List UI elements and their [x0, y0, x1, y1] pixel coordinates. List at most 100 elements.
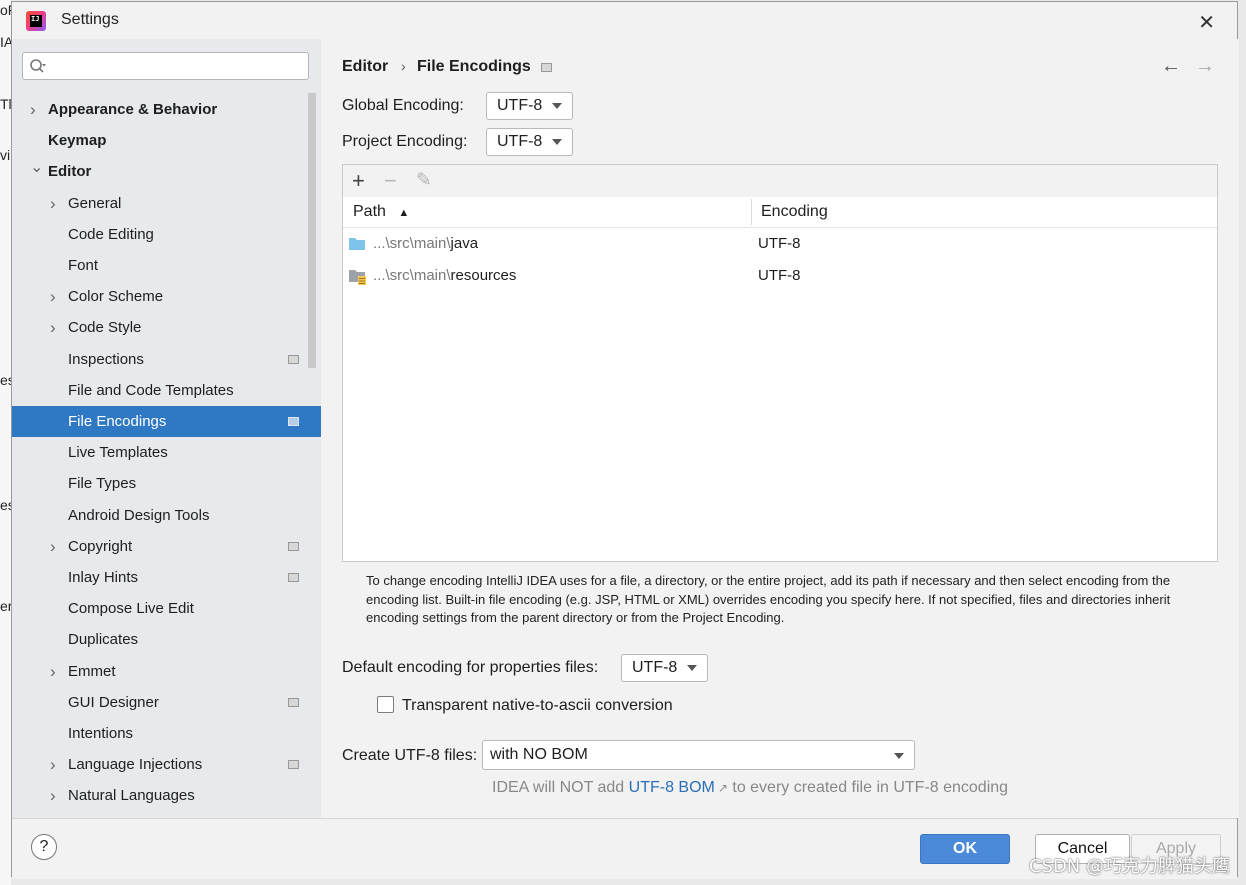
chevron-down-icon[interactable]: ⌄ — [30, 152, 43, 183]
sidebar-item-code-style[interactable]: › Code Style — [12, 312, 321, 343]
resources-folder-icon — [349, 270, 366, 285]
settings-dialog: IJ Settings ✕ › Appearance & Behavior Keym… — [11, 1, 1239, 879]
sidebar-item-live-templates[interactable]: Live Templates — [12, 437, 321, 468]
sidebar-item-label: Language Injections — [68, 756, 203, 773]
column-divider[interactable] — [751, 199, 752, 225]
remove-icon[interactable]: − — [384, 168, 397, 194]
sidebar-item-label: Code Editing — [68, 226, 154, 243]
chevron-right-icon[interactable]: › — [50, 780, 56, 811]
sidebar-item-font[interactable]: Font — [12, 250, 321, 281]
global-encoding-label: Global Encoding: — [342, 97, 464, 114]
chevron-right-icon[interactable]: › — [50, 188, 56, 219]
external-link-icon: ↗ — [717, 781, 728, 795]
encoding-cell[interactable]: UTF-8 — [758, 228, 801, 259]
sidebar-item-color-scheme[interactable]: › Color Scheme — [12, 281, 321, 312]
sidebar-item-file-and-code-templates[interactable]: File and Code Templates — [12, 375, 321, 406]
project-scope-icon — [288, 542, 299, 551]
back-arrow-icon[interactable]: ← — [1161, 55, 1181, 78]
sidebar-item-android-design-tools[interactable]: Android Design Tools — [12, 500, 321, 531]
sidebar-scrollbar[interactable] — [308, 93, 316, 368]
create-utf8-dropdown[interactable]: with NO BOM — [482, 740, 915, 770]
search-input[interactable] — [22, 52, 309, 80]
sidebar-item-intentions[interactable]: Intentions — [12, 718, 321, 749]
global-encoding-value: UTF-8 — [497, 97, 543, 114]
close-icon[interactable]: ✕ — [1198, 10, 1215, 35]
edit-icon[interactable]: ✎ — [416, 168, 432, 194]
chevron-right-icon[interactable]: › — [50, 749, 56, 780]
chevron-right-icon[interactable]: › — [50, 656, 56, 687]
native-to-ascii-checkbox[interactable] — [377, 696, 394, 713]
sidebar-item-appearance-behavior[interactable]: › Appearance & Behavior — [12, 94, 321, 125]
chevron-right-icon[interactable]: › — [50, 531, 56, 562]
global-encoding-dropdown[interactable]: UTF-8 — [486, 92, 573, 120]
column-path[interactable]: Path ▲ — [353, 197, 409, 227]
sidebar-item-copyright[interactable]: › Copyright — [12, 531, 321, 562]
path-name: resources — [450, 267, 517, 284]
encoding-cell[interactable]: UTF-8 — [758, 260, 801, 291]
ok-button[interactable]: OK — [920, 834, 1010, 864]
sidebar-item-compose-live-edit[interactable]: Compose Live Edit — [12, 593, 321, 624]
properties-encoding-dropdown[interactable]: UTF-8 — [621, 654, 708, 682]
sidebar-item-inlay-hints[interactable]: Inlay Hints — [12, 562, 321, 593]
path-cell: ...\src\main\resources — [373, 260, 516, 291]
breadcrumb-current: File Encodings — [417, 58, 531, 75]
create-utf8-value: with NO BOM — [490, 746, 588, 763]
breadcrumb-editor[interactable]: Editor — [342, 58, 388, 76]
table-row[interactable]: ...\src\main\resources UTF-8 — [343, 260, 1217, 291]
sidebar-item-label: Appearance & Behavior — [48, 101, 218, 118]
path-name: java — [450, 235, 479, 252]
sidebar-item-label: Live Templates — [68, 444, 168, 461]
settings-sidebar: › Appearance & Behavior Keymap ⌄ Editor › Gene… — [12, 39, 321, 818]
project-scope-icon — [288, 698, 299, 707]
sidebar-item-label: Code Style — [68, 319, 142, 336]
path-prefix: ...\src\main\ — [373, 235, 451, 252]
utf8-bom-link[interactable]: UTF-8 BOM — [629, 779, 715, 796]
column-encoding[interactable]: Encoding — [761, 197, 828, 227]
dialog-title: Settings — [61, 11, 119, 28]
intellij-logo-icon: IJ — [26, 11, 46, 31]
table-row[interactable]: ...\src\main\java UTF-8 — [343, 228, 1217, 259]
chevron-right-icon[interactable]: › — [50, 281, 56, 312]
sidebar-item-label: Compose Live Edit — [68, 600, 194, 617]
forward-arrow-icon[interactable]: → — [1195, 55, 1215, 78]
sidebar-item-file-types[interactable]: File Types — [12, 468, 321, 499]
help-icon[interactable]: ? — [31, 834, 57, 860]
sidebar-item-emmet[interactable]: › Emmet — [12, 656, 321, 687]
properties-encoding-label: Default encoding for properties files: — [342, 659, 599, 676]
chevron-right-icon[interactable]: › — [30, 94, 36, 125]
sidebar-item-label: Duplicates — [68, 631, 139, 648]
breadcrumb-separator: › — [401, 58, 406, 74]
sidebar-item-keymap[interactable]: Keymap — [12, 125, 321, 156]
sidebar-item-file-encodings[interactable]: File Encodings — [12, 406, 321, 437]
sidebar-item-code-editing[interactable]: Code Editing — [12, 219, 321, 250]
sidebar-item-inspections[interactable]: Inspections — [12, 344, 321, 375]
chevron-right-icon[interactable]: › — [50, 312, 56, 343]
sidebar-item-label: Keymap — [48, 132, 107, 149]
sidebar-item-label: File Types — [68, 475, 137, 492]
sidebar-item-label: Inspections — [68, 351, 144, 368]
project-scope-icon — [288, 573, 299, 582]
create-utf8-label: Create UTF-8 files: — [342, 747, 478, 764]
native-to-ascii-label[interactable]: Transparent native-to-ascii conversion — [402, 697, 673, 715]
sidebar-item-label: GUI Designer — [68, 694, 159, 711]
sidebar-item-label: Color Scheme — [68, 288, 164, 305]
add-icon[interactable]: + — [352, 168, 365, 194]
column-path-label: Path — [353, 203, 386, 220]
sidebar-item-label: Inlay Hints — [68, 569, 139, 586]
sort-ascending-icon: ▲ — [398, 207, 410, 219]
sidebar-item-label: Emmet — [68, 663, 116, 680]
sidebar-item-language-injections[interactable]: › Language Injections — [12, 749, 321, 780]
sidebar-item-duplicates[interactable]: Duplicates — [12, 624, 321, 655]
sidebar-item-gui-designer[interactable]: GUI Designer — [12, 687, 321, 718]
watermark-text: CSDN @巧克力脾猫头鹰 — [1028, 856, 1230, 877]
sidebar-item-natural-languages[interactable]: › Natural Languages — [12, 780, 321, 811]
table-toolbar: + − ✎ — [343, 165, 1217, 198]
sidebar-item-editor[interactable]: ⌄ Editor — [12, 156, 321, 187]
project-encoding-value: UTF-8 — [497, 133, 543, 150]
project-scope-icon — [288, 760, 299, 769]
bom-note: IDEA will NOT add UTF-8 BOM ↗ to every cr… — [492, 779, 1008, 797]
sidebar-item-label: Editor — [48, 163, 92, 180]
project-encoding-dropdown[interactable]: UTF-8 — [486, 128, 573, 156]
sidebar-item-general[interactable]: › General — [12, 188, 321, 219]
background-text-fragment: Tl — [0, 96, 12, 112]
